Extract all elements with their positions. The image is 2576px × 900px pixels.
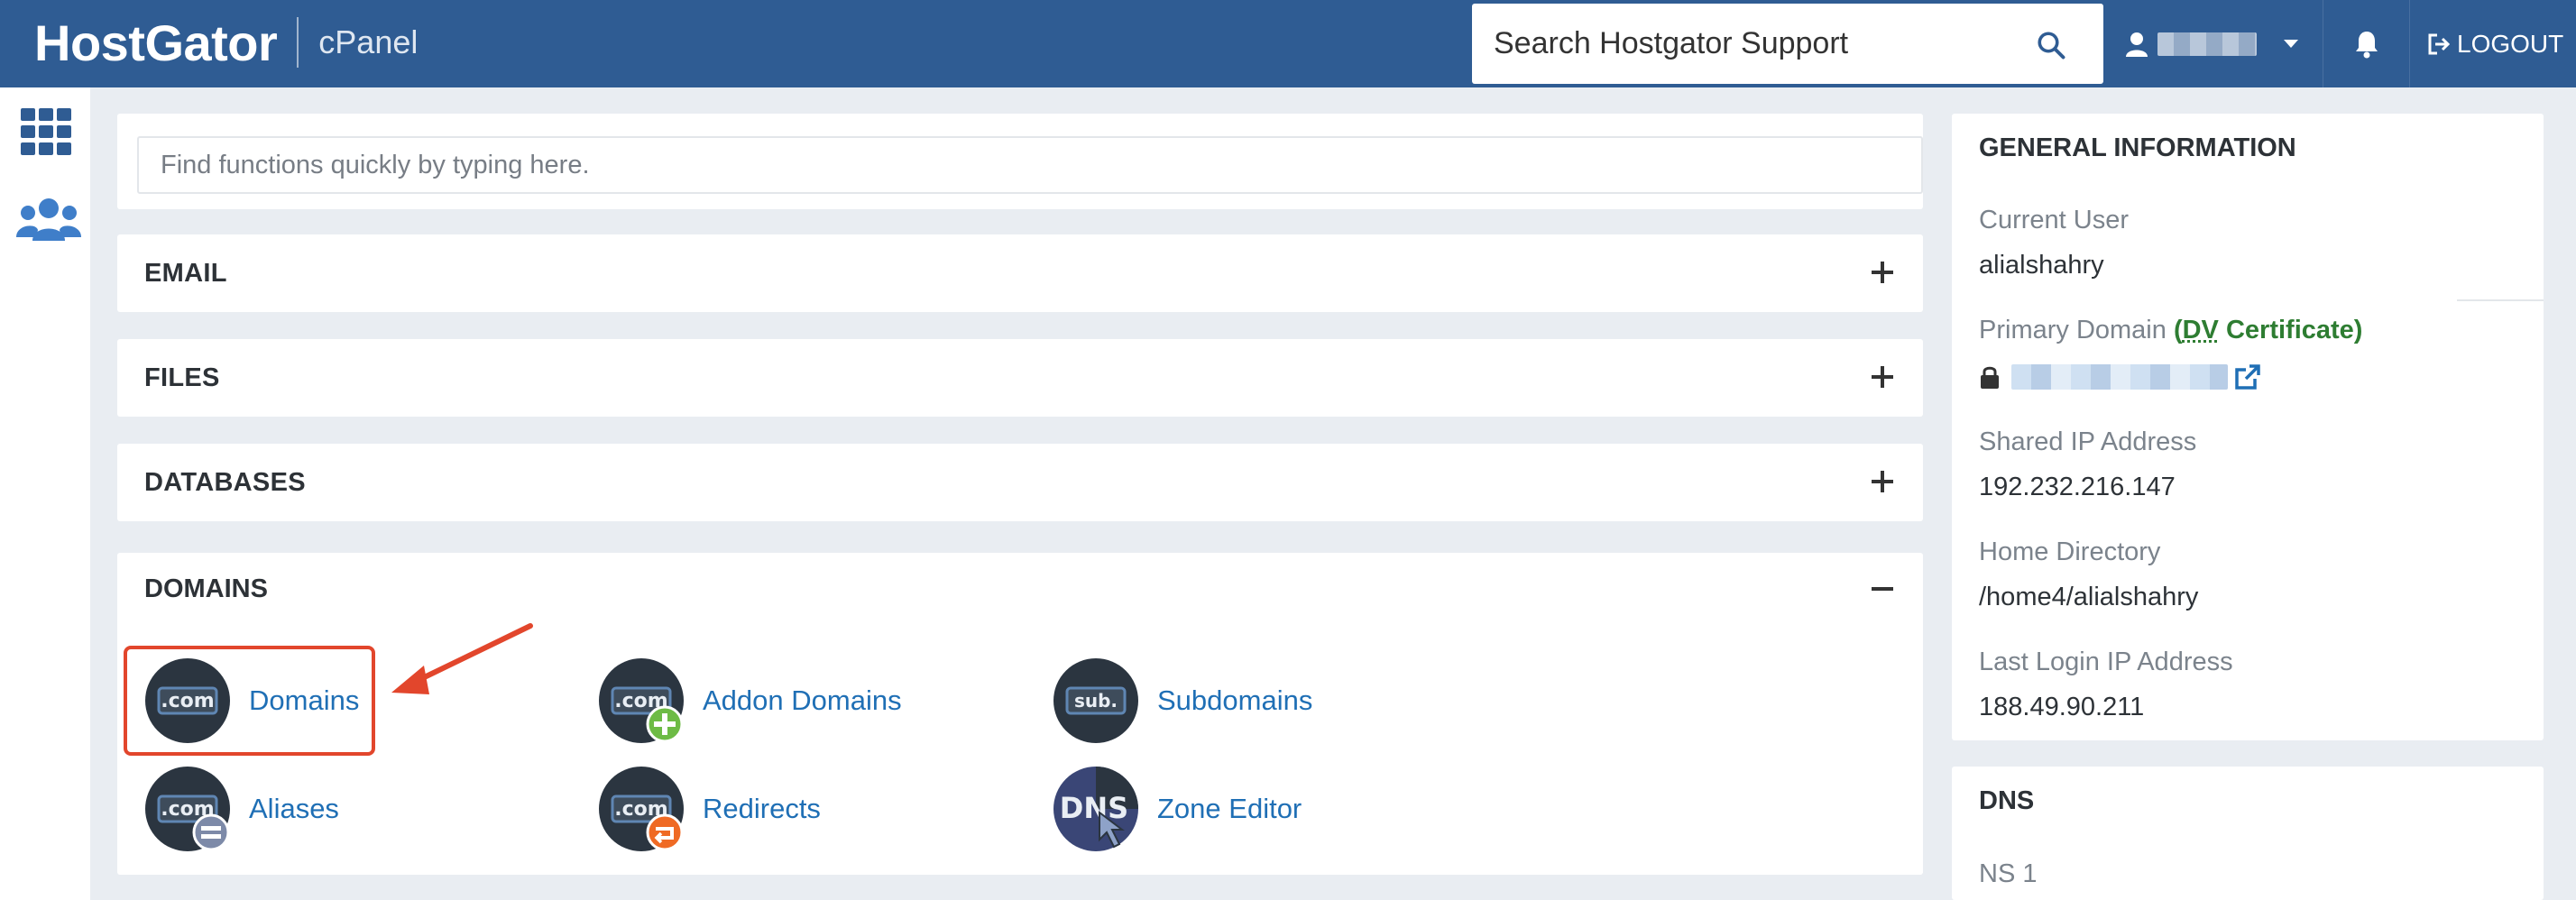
dns-panel: DNS NS 1 xyxy=(1952,767,2544,900)
section-title-domains[interactable]: DOMAINS xyxy=(144,553,268,625)
support-search[interactable] xyxy=(1472,4,2103,84)
subdomains-link[interactable]: sub. Subdomains xyxy=(1053,657,1312,744)
current-user-label: Current User xyxy=(1979,206,2129,234)
cpanel-label: cPanel xyxy=(318,23,419,60)
ns1-label: NS 1 xyxy=(1979,859,2038,888)
lock-icon xyxy=(1981,366,1999,389)
section-title-files: FILES xyxy=(144,363,220,392)
general-info-heading: GENERAL INFORMATION xyxy=(1979,133,2296,162)
left-rail xyxy=(0,87,90,900)
primary-domain-row: Primary Domain (DV Certificate) xyxy=(1979,316,2362,345)
logout-icon xyxy=(2428,33,2451,54)
section-databases[interactable]: DATABASES xyxy=(117,444,1923,521)
cert-dv: DV xyxy=(2182,316,2219,344)
subdomains-label[interactable]: Subdomains xyxy=(1157,684,1312,717)
section-domains: DOMAINS .com Domains .com Addon Domains … xyxy=(117,553,1923,875)
notifications-button[interactable] xyxy=(2323,0,2410,87)
aliases-link[interactable]: .com Aliases xyxy=(144,766,339,852)
search-icon[interactable] xyxy=(2035,29,2067,61)
expand-plus-icon[interactable] xyxy=(1869,259,1896,286)
external-link-icon[interactable] xyxy=(2233,363,2262,391)
home-directory-label: Home Directory xyxy=(1979,537,2161,566)
chevron-down-icon[interactable] xyxy=(2284,40,2298,48)
function-search-input[interactable] xyxy=(137,136,1923,194)
aliases-label[interactable]: Aliases xyxy=(249,793,339,825)
redirects-link[interactable]: .com Redirects xyxy=(598,766,821,852)
dns-heading: DNS xyxy=(1979,786,2035,815)
last-login-label: Last Login IP Address xyxy=(1979,647,2233,676)
current-user-value: alialshahry xyxy=(1979,251,2104,280)
zone-editor-link[interactable]: DNS Zone Editor xyxy=(1053,766,1302,852)
last-login-value: 188.49.90.211 xyxy=(1979,693,2145,721)
hostgator-logo[interactable]: HostGator xyxy=(34,14,278,72)
user-menu[interactable] xyxy=(2107,0,2323,87)
expand-plus-icon[interactable] xyxy=(1869,363,1896,390)
top-bar: HostGator cPanel LOGOUT xyxy=(0,0,2576,87)
annotation-arrow-icon xyxy=(391,623,533,694)
cert-open: ( xyxy=(2173,316,2183,344)
bell-icon[interactable] xyxy=(2354,30,2379,59)
username-redacted xyxy=(2157,32,2257,56)
brand-divider xyxy=(297,17,299,68)
addon-domains-link[interactable]: .com Addon Domains xyxy=(598,657,902,744)
shared-ip-label: Shared IP Address xyxy=(1979,427,2197,456)
logout-button[interactable]: LOGOUT xyxy=(2426,0,2563,87)
dotcom-add-icon: .com xyxy=(599,658,684,743)
redirects-label[interactable]: Redirects xyxy=(703,793,821,825)
icon-text: DNS xyxy=(1060,791,1128,825)
user-icon xyxy=(2126,32,2148,57)
dv-certificate-link[interactable]: (DV Certificate) xyxy=(2174,316,2363,344)
primary-domain-redacted xyxy=(2011,364,2228,390)
dotcom-redirect-icon: .com xyxy=(599,767,684,851)
addon-domains-label[interactable]: Addon Domains xyxy=(703,684,902,717)
section-title-email: EMAIL xyxy=(144,259,227,288)
support-search-input[interactable] xyxy=(1494,26,1999,61)
icon-text: sub. xyxy=(1074,690,1118,712)
general-information-panel: GENERAL INFORMATION Current User alialsh… xyxy=(1952,114,2544,740)
expand-plus-icon[interactable] xyxy=(1869,468,1896,495)
users-icon[interactable] xyxy=(16,194,81,246)
dns-zone-icon: DNS xyxy=(1053,767,1138,851)
subdomain-icon: sub. xyxy=(1053,658,1138,743)
section-email[interactable]: EMAIL xyxy=(117,234,1923,312)
primary-domain-label: Primary Domain xyxy=(1979,316,2167,344)
grid-apps-icon[interactable] xyxy=(20,106,72,158)
collapse-minus-icon[interactable] xyxy=(1869,575,1896,602)
section-files[interactable]: FILES xyxy=(117,339,1923,417)
zone-editor-label[interactable]: Zone Editor xyxy=(1157,793,1302,825)
section-title-databases: DATABASES xyxy=(144,468,306,497)
dotcom-alias-icon: .com xyxy=(145,767,230,851)
quick-search-panel xyxy=(117,114,1923,209)
logout-label: LOGOUT xyxy=(2457,29,2564,58)
shared-ip-value: 192.232.216.147 xyxy=(1979,473,2176,501)
cert-rest: Certificate) xyxy=(2218,316,2363,344)
divider xyxy=(2457,299,2544,301)
brand[interactable]: HostGator cPanel xyxy=(34,13,418,72)
home-directory-value: /home4/alialshahry xyxy=(1979,583,2199,611)
annotation-highlight-box xyxy=(124,646,375,756)
